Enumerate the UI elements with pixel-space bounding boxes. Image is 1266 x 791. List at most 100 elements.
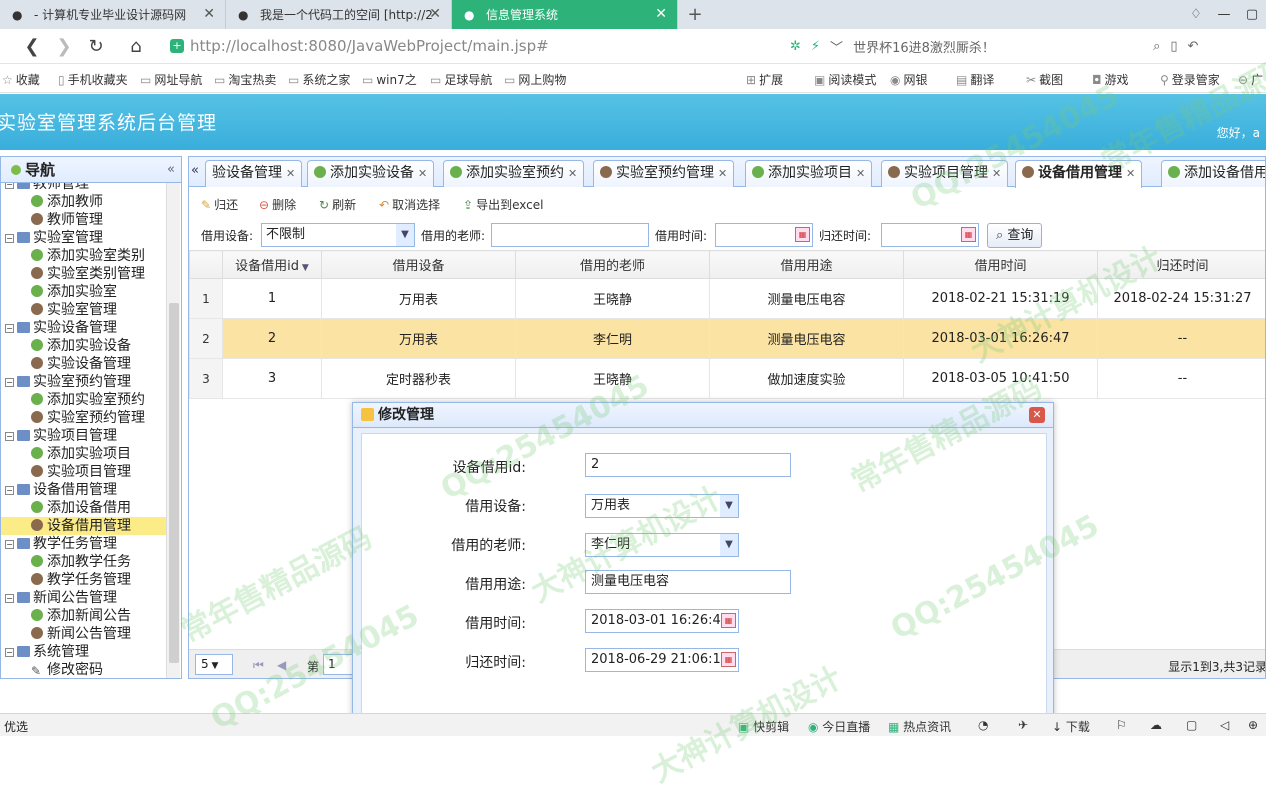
sidebar-group[interactable]: −教师管理 (1, 183, 167, 193)
page-size-select[interactable]: 5 ▼ (195, 654, 233, 675)
sidebar-item[interactable]: 实验设备管理 (1, 355, 167, 373)
content-tab[interactable]: 验设备管理✕ (205, 160, 302, 187)
ad-block-button[interactable]: ⊖广 (1238, 71, 1263, 88)
lightning-icon[interactable]: ⚡ (811, 39, 820, 54)
news-button[interactable]: ▦ 热点资讯 (888, 718, 951, 735)
sidebar-group[interactable]: −实验设备管理 (1, 319, 167, 337)
download-button[interactable]: ↓ 下载 (1052, 718, 1090, 735)
extensions-button[interactable]: ⊞扩展 (746, 71, 783, 88)
sidebar-item[interactable]: 教师管理 (1, 211, 167, 229)
shirt-icon[interactable]: ♢ (1182, 0, 1210, 29)
sidebar-item[interactable]: 添加教学任务 (1, 553, 167, 571)
sidebar-item[interactable]: 添加实验室 (1, 283, 167, 301)
content-tab[interactable]: 设备借用管理✕ (1015, 160, 1142, 188)
content-tab[interactable]: 添加实验项目✕ (745, 160, 872, 187)
collapse-toggle-icon[interactable]: − (5, 324, 14, 333)
page-number-input[interactable]: 1 (323, 654, 353, 675)
sidebar-group[interactable]: −教学任务管理 (1, 535, 167, 553)
return-time-filter-input[interactable]: ▦ (881, 223, 979, 247)
content-tab[interactable]: 添加实验设备✕ (307, 160, 434, 187)
browser-tab-1[interactable]: ●- 计算机专业毕业设计源码网✕ (0, 0, 226, 29)
sidebar-item[interactable]: 添加实验室类别 (1, 247, 167, 265)
reader-mode-button[interactable]: ▣阅读模式 (814, 71, 876, 88)
sidebar-group[interactable]: −实验项目管理 (1, 427, 167, 445)
collapse-toggle-icon[interactable]: − (5, 234, 14, 243)
new-tab-button[interactable]: + (678, 0, 712, 29)
chevron-down-icon[interactable]: ▼ (396, 224, 414, 246)
form-select-input[interactable]: 李仁明▼ (585, 533, 739, 557)
close-icon[interactable]: ✕ (718, 167, 727, 180)
games-button[interactable]: ◘游戏 (1092, 71, 1129, 88)
form-text-input[interactable]: 2 (585, 453, 791, 477)
form-date-input[interactable]: 2018-06-29 21:06:12▦ (585, 648, 739, 672)
close-icon[interactable]: ✕ (992, 167, 1001, 180)
news-ticker[interactable]: 世界杯16进8激烈厮杀！ (853, 37, 1143, 56)
collapse-toggle-icon[interactable]: − (5, 378, 14, 387)
speaker-icon[interactable]: ◁ (1220, 718, 1229, 732)
sidebar-item[interactable]: 实验室管理 (1, 301, 167, 319)
sidebar-item[interactable]: 添加实验项目 (1, 445, 167, 463)
collapse-toggle-icon[interactable]: − (5, 594, 14, 603)
search-icon[interactable]: ⌕ (1153, 39, 1160, 54)
close-icon[interactable]: ✕ (203, 6, 215, 22)
collapse-toggle-icon[interactable]: − (5, 432, 14, 441)
column-header[interactable]: 设备借用id ▼ (223, 251, 322, 279)
translate-button[interactable]: ▤翻译 (956, 71, 994, 88)
back-icon[interactable]: ❮ (18, 33, 46, 61)
zoom-icon[interactable]: ⊕ (1248, 718, 1258, 732)
table-row[interactable]: 11万用表王晓静测量电压电容2018-02-21 15:31:192018-02… (190, 279, 1266, 319)
chevron-down-icon[interactable]: ﹀ (830, 37, 843, 56)
browser-tab-2[interactable]: ●我是一个代码工的空间 [http://2✕ (226, 0, 452, 29)
cloud-icon[interactable]: ☁ (1150, 718, 1162, 732)
home-icon[interactable]: ⌂ (122, 33, 150, 61)
close-icon[interactable]: ✕ (286, 167, 295, 180)
teacher-filter-input[interactable] (491, 223, 649, 247)
sidebar-group[interactable]: −系统管理 (1, 643, 167, 661)
chevron-down-icon[interactable]: ▼ (720, 495, 738, 517)
query-button[interactable]: ⌕ 查询 (987, 223, 1042, 248)
sidebar-group[interactable]: −实验室预约管理 (1, 373, 167, 391)
bookmark-item[interactable]: ▭网上购物 (504, 71, 566, 88)
column-header[interactable]: 借用设备 (322, 251, 516, 279)
sidebar-item[interactable]: 实验项目管理 (1, 463, 167, 481)
url-input[interactable]: +http://localhost:8080/JavaWebProject/ma… (162, 33, 858, 60)
table-row[interactable]: 22万用表李仁明测量电压电容2018-03-01 16:26:47-- (190, 319, 1266, 359)
maximize-icon[interactable]: ▢ (1238, 0, 1266, 29)
quick-edit-button[interactable]: ▣ 快剪辑 (738, 718, 789, 735)
close-icon[interactable]: ✕ (1126, 167, 1135, 180)
undo-icon[interactable]: ↶ (1188, 39, 1199, 54)
content-tab[interactable]: 实验项目管理✕ (881, 160, 1008, 187)
forward-icon[interactable]: ❯ (50, 33, 78, 61)
sidebar-item[interactable]: 添加实验设备 (1, 337, 167, 355)
form-date-input[interactable]: 2018-03-01 16:26:47▦ (585, 609, 739, 633)
sidebar-item[interactable]: 添加新闻公告 (1, 607, 167, 625)
content-tab[interactable]: 实验室预约管理✕ (593, 160, 734, 187)
close-icon[interactable]: ✕ (655, 6, 667, 22)
column-header[interactable]: 借用时间 (904, 251, 1098, 279)
chevron-down-icon[interactable]: ▼ (720, 534, 738, 556)
minimize-icon[interactable]: — (1210, 0, 1238, 29)
sidebar-group[interactable]: −设备借用管理 (1, 481, 167, 499)
refresh-button[interactable]: ↻刷新 (319, 196, 356, 213)
sidebar-item[interactable]: 添加教师 (1, 193, 167, 211)
reload-icon[interactable]: ↻ (82, 33, 110, 61)
close-icon[interactable]: ✕ (856, 167, 865, 180)
delete-button[interactable]: ⊖删除 (259, 196, 296, 213)
sidebar-item[interactable]: 添加实验室预约 (1, 391, 167, 409)
content-tab[interactable]: 添加实验室预约✕ (443, 160, 584, 187)
borrow-time-filter-input[interactable]: ▦ (715, 223, 813, 247)
collapse-toggle-icon[interactable]: − (5, 540, 14, 549)
bookmark-item[interactable]: ▭系统之家 (288, 71, 350, 88)
flag-icon[interactable]: ⚐ (1116, 718, 1127, 732)
sidebar-item[interactable]: 新闻公告管理 (1, 625, 167, 643)
netbank-button[interactable]: ◉网银 (890, 71, 928, 88)
bookmark-item[interactable]: ▭网址导航 (140, 71, 202, 88)
calendar-icon[interactable]: ▦ (795, 227, 810, 242)
collapse-toggle-icon[interactable]: − (5, 183, 14, 189)
cancel-select-button[interactable]: ↶取消选择 (379, 196, 440, 213)
close-icon[interactable]: ✕ (1029, 407, 1045, 423)
sidebar-item[interactable]: ✎修改密码 (1, 661, 167, 679)
login-manager-button[interactable]: ⚲登录管家 (1160, 71, 1220, 88)
sidebar-scrollbar[interactable] (166, 183, 180, 679)
equipment-filter-select[interactable]: 不限制▼ (261, 223, 415, 247)
